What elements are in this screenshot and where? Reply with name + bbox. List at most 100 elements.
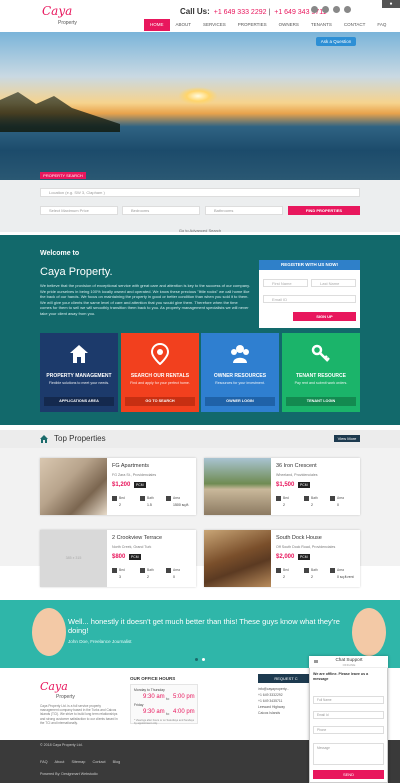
- hours-days: Monday to Thursday: [134, 688, 165, 692]
- google-plus-icon[interactable]: [344, 6, 351, 13]
- facebook-icon[interactable]: [311, 6, 318, 13]
- nav-contact[interactable]: CONTACT: [338, 19, 371, 31]
- advanced-search-link[interactable]: Go to Advanced Search: [0, 228, 400, 233]
- site-logo[interactable]: Caya Property: [40, 2, 86, 30]
- find-properties-button[interactable]: FIND PROPERTIES: [288, 206, 360, 215]
- property-location: Wheeland, Providenciales: [276, 473, 318, 477]
- property-bed: Bed 2: [283, 568, 289, 579]
- tenant-login-button[interactable]: TENANT LOGIN: [286, 397, 356, 406]
- card-title: SEARCH OUR RENTALS: [130, 373, 190, 379]
- phone-2[interactable]: +1 649 343 5711: [274, 9, 326, 16]
- chat-message-field[interactable]: Message: [313, 743, 384, 765]
- bed-label: Bed: [119, 568, 125, 572]
- card-subtitle: Find and apply for your perfect home.: [130, 381, 190, 385]
- property-name[interactable]: South Dock House: [276, 535, 322, 541]
- last-name-field[interactable]: Last Name: [311, 279, 356, 287]
- property-photo[interactable]: [204, 530, 271, 587]
- request-callback-heading[interactable]: REQUEST C: [258, 674, 314, 683]
- property-photo[interactable]: [40, 458, 107, 515]
- ask-question-button[interactable]: Ask a Question: [316, 37, 356, 46]
- property-price: $2,000: [276, 554, 295, 560]
- chat-email-field[interactable]: Email Id: [313, 711, 384, 719]
- property-name[interactable]: 36 Iron Crescent: [276, 463, 317, 469]
- location-input[interactable]: Location (e.g. SW 3, Clapham ): [40, 188, 360, 197]
- chat-name-field[interactable]: Full Name: [313, 696, 384, 704]
- first-name-field[interactable]: First Name: [263, 279, 308, 287]
- property-card[interactable]: 385 x 315 2 Crookview Terrace North Cree…: [40, 530, 196, 587]
- bath-icon: [140, 496, 145, 501]
- card-property-management: PROPERTY MANAGEMENT Flexible solutions t…: [40, 333, 118, 412]
- bath-label: Bath: [147, 496, 154, 500]
- max-price-select[interactable]: Select Maximum Price: [40, 206, 118, 215]
- nav-about[interactable]: ABOUT: [170, 19, 198, 31]
- area-icon: [166, 568, 171, 573]
- nav-properties[interactable]: PROPERTIES: [232, 19, 273, 31]
- footer-logo[interactable]: Caya Property: [40, 680, 90, 700]
- property-name[interactable]: 2 Crookview Terrace: [112, 535, 162, 541]
- area-label: Area: [173, 568, 180, 572]
- view-more-button[interactable]: View More: [334, 435, 360, 442]
- nav-faq[interactable]: FAQ: [371, 19, 392, 31]
- property-search-tag: PROPERTY SEARCH: [40, 172, 86, 179]
- footer-contact: info@cayaproperty... +1 649 3332292 +1 6…: [258, 686, 314, 716]
- property-card[interactable]: South Dock House Off South Dock Road, Pr…: [204, 530, 360, 587]
- footer-link-about[interactable]: About: [54, 760, 64, 764]
- property-name[interactable]: FG Apartments: [112, 463, 149, 469]
- area-value: 1500 sq.ft.: [173, 503, 190, 507]
- area-value: 0: [173, 575, 175, 579]
- card-subtitle: Pay rent and submit work orders.: [294, 381, 348, 385]
- logo-subtext: Property: [58, 20, 77, 26]
- price-period-badge: PCM: [129, 554, 141, 560]
- pinterest-icon[interactable]: [333, 6, 340, 13]
- testimonial-quote: Well... honestly it doesn't get much bet…: [68, 617, 340, 635]
- go-to-search-button[interactable]: GO TO SEARCH: [125, 397, 195, 406]
- property-bed: Bed 2: [119, 496, 125, 507]
- chat-phone-field[interactable]: Phone: [313, 726, 384, 734]
- phone-1[interactable]: +1 649 333 2292: [214, 9, 267, 16]
- bath-value: 2: [147, 575, 149, 579]
- nav-services[interactable]: SERVICES: [197, 19, 232, 31]
- carousel-dot-active[interactable]: [195, 658, 198, 661]
- hours-from: 9:30 am: [143, 694, 165, 700]
- area-icon: [330, 568, 335, 573]
- sign-up-button[interactable]: SIGN UP: [293, 312, 356, 321]
- footer-link-sitemap[interactable]: Sitemap: [71, 760, 85, 764]
- nav-owners[interactable]: OWNERS: [273, 19, 305, 31]
- nav-tenants[interactable]: TENANTS: [305, 19, 338, 31]
- price-period-badge: PCM: [134, 482, 146, 488]
- footer-logo-subtext: Property: [56, 694, 75, 700]
- bed-label: Bed: [283, 496, 289, 500]
- carousel-dot[interactable]: [202, 658, 205, 661]
- nav-home[interactable]: HOME: [144, 19, 170, 31]
- property-area: Area 0: [173, 568, 180, 579]
- chat-send-button[interactable]: SEND: [313, 770, 384, 779]
- footer-link-blog[interactable]: Blog: [113, 760, 121, 764]
- twitter-icon[interactable]: [322, 6, 329, 13]
- hours-from: 9:30 am: [143, 709, 165, 715]
- office-hours-title: OUR OFFICE HOURS: [130, 676, 176, 681]
- placeholder-size: 385 x 315: [65, 556, 82, 560]
- applications-area-button[interactable]: APPLICATIONS AREA: [44, 397, 114, 406]
- property-photo-placeholder[interactable]: 385 x 315: [40, 530, 107, 587]
- owner-login-button[interactable]: OWNER LOGIN: [205, 397, 275, 406]
- footer-link-contact[interactable]: Contact: [92, 760, 105, 764]
- property-bath: Bath 2: [147, 568, 154, 579]
- property-card[interactable]: 36 Iron Crescent Wheeland, Providenciale…: [204, 458, 360, 515]
- bedrooms-select[interactable]: Bedrooms: [122, 206, 200, 215]
- main-nav: HOME ABOUT SERVICES PROPERTIES OWNERS TE…: [144, 19, 392, 31]
- property-card[interactable]: FG Apartments FG Zara St., Providenciale…: [40, 458, 196, 515]
- property-bath: Bath 2: [311, 568, 318, 579]
- bath-icon: [304, 496, 309, 501]
- powered-by[interactable]: Powered By: Designmart Webstudio: [40, 772, 98, 776]
- hero-sun: [178, 87, 218, 105]
- property-photo[interactable]: [204, 458, 271, 515]
- minimize-icon[interactable]: [314, 660, 318, 663]
- camera-icon[interactable]: ●: [382, 0, 400, 8]
- property-location: Off South Dock Road, Providenciales: [276, 545, 336, 549]
- bath-icon: [304, 568, 309, 573]
- email-field[interactable]: Email ID: [263, 295, 356, 303]
- area-value: 0: [337, 503, 339, 507]
- bathrooms-select[interactable]: Bathrooms: [205, 206, 283, 215]
- footer-link-faq[interactable]: FAQ: [40, 760, 48, 764]
- card-title: TENANT RESOURCE: [295, 373, 346, 379]
